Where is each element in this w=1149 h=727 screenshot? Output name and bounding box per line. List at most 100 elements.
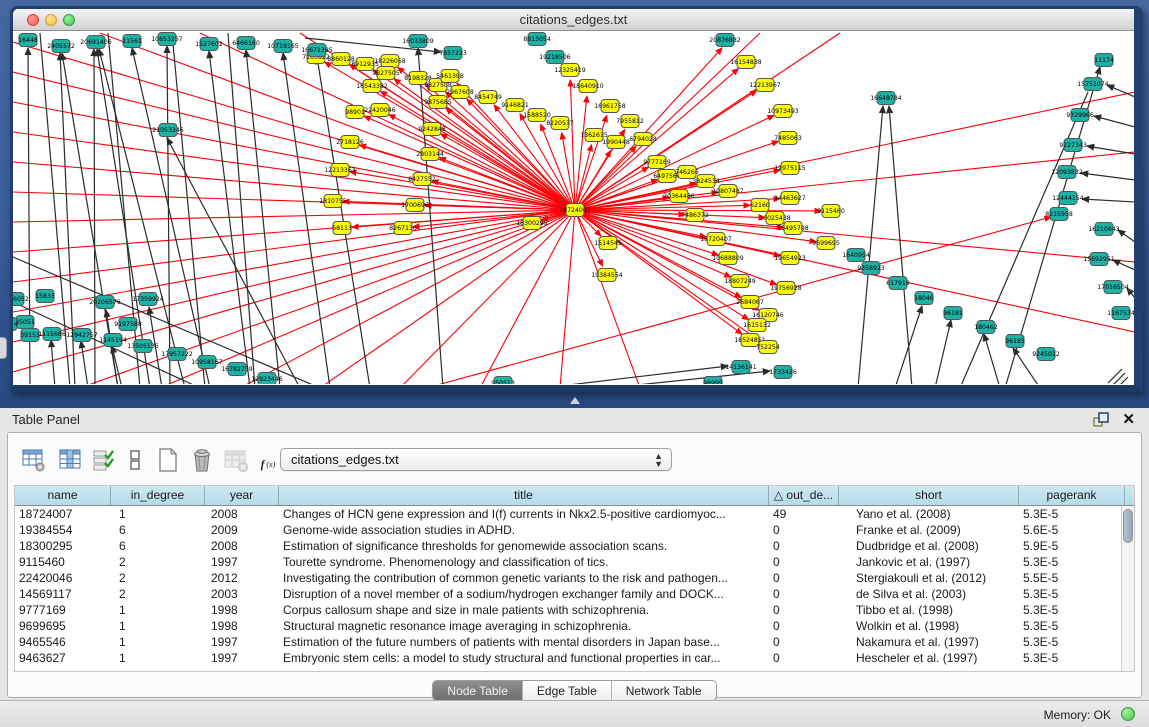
graph-node[interactable]: 62160 <box>750 199 770 212</box>
graph-node[interactable]: 12444154 <box>1052 192 1084 205</box>
network-canvas[interactable]: 1872400771638228860128891293518226058982… <box>13 31 1134 384</box>
graph-edge[interactable] <box>13 210 575 372</box>
graph-node[interactable]: 1145194 <box>99 334 127 347</box>
graph-node[interactable]: 96999 <box>703 377 723 385</box>
graph-edge[interactable] <box>167 138 300 384</box>
tab-node-table[interactable]: Node Table <box>433 681 523 700</box>
graph-edge[interactable] <box>1108 369 1122 383</box>
column-header-name[interactable]: name <box>15 486 111 505</box>
table-row[interactable]: 1938455462009Genome-wide association stu… <box>15 522 1134 538</box>
column-header-short[interactable]: short <box>839 486 1019 505</box>
graph-node[interactable]: 16961758 <box>594 100 626 113</box>
graph-node[interactable]: 11561 <box>122 35 142 48</box>
graph-node[interactable]: 12213967 <box>749 79 781 92</box>
graph-edge[interactable] <box>1087 146 1134 154</box>
graph-node[interactable]: 950513 <box>491 377 515 385</box>
column-header-title[interactable]: title <box>279 486 769 505</box>
graph-node[interactable]: 7955812 <box>616 115 644 128</box>
graph-node[interactable]: 12325419 <box>554 64 586 77</box>
graph-node[interactable]: 39153 <box>20 329 40 342</box>
graph-edge[interactable] <box>283 53 330 384</box>
graph-node[interactable]: 10973493 <box>767 105 799 118</box>
close-icon[interactable]: ✕ <box>1122 410 1135 428</box>
graph-edge[interactable] <box>400 210 575 384</box>
network-window[interactable]: citations_edges.txt 18724007716382288601… <box>10 6 1143 392</box>
graph-edge[interactable] <box>570 80 575 210</box>
vertical-scrollbar[interactable] <box>1121 506 1134 671</box>
graph-node[interactable]: 9329966 <box>1066 109 1094 122</box>
graph-node[interactable]: 1167534 <box>1107 307 1134 320</box>
graph-node[interactable]: 20691406 <box>80 36 112 49</box>
row-height-icon[interactable] <box>124 447 148 473</box>
table-row[interactable]: 977716911998Corpus callosum shape and si… <box>15 602 1134 618</box>
table-row[interactable]: 946554611997Estimation of the future num… <box>15 634 1134 650</box>
graph-node[interactable]: 8454749 <box>474 91 502 104</box>
delete-table-icon[interactable] <box>224 447 248 473</box>
graph-node[interactable]: 1514545 <box>594 237 622 250</box>
graph-node[interactable]: 8813054 <box>523 33 551 46</box>
table-row[interactable]: 2242004622012Investigating the contribut… <box>15 570 1134 586</box>
graph-node[interactable]: 19654923 <box>774 252 806 265</box>
graph-node[interactable]: 96185 <box>1005 335 1025 348</box>
graph-node[interactable]: 9245012 <box>1032 348 1060 361</box>
graph-node[interactable]: 617919 <box>886 277 910 290</box>
graph-edge[interactable] <box>889 106 912 384</box>
graph-node[interactable]: 10958167 <box>191 356 223 369</box>
select-all-icon[interactable] <box>92 447 116 473</box>
graph-node[interactable]: 10114 <box>13 318 18 331</box>
new-table-icon[interactable] <box>156 447 180 473</box>
scrollbar-thumb[interactable] <box>1123 509 1133 543</box>
tab-network-table[interactable]: Network Table <box>612 681 716 700</box>
graph-node[interactable]: 12942757 <box>66 329 98 342</box>
graph-node[interactable]: 85051 <box>15 316 35 329</box>
graph-node[interactable]: 10719165 <box>267 40 299 53</box>
graph-edge[interactable] <box>935 320 951 384</box>
graph-node[interactable]: 18046 <box>914 292 934 305</box>
table-row[interactable]: 1872400712008Changes of HCN gene express… <box>15 506 1134 522</box>
show-columns-icon[interactable] <box>58 447 82 473</box>
graph-edge[interactable] <box>81 341 88 384</box>
graph-node[interactable]: 19218506 <box>539 51 571 64</box>
graph-node[interactable]: 15751074 <box>1077 78 1109 91</box>
graph-node[interactable]: 9699695 <box>812 237 840 250</box>
graph-node[interactable]: 1733426 <box>769 366 797 379</box>
graph-edge[interactable] <box>480 210 575 384</box>
graph-node[interactable]: 68113 <box>332 222 352 235</box>
graph-edge[interactable] <box>1118 230 1134 242</box>
graph-edge[interactable] <box>167 46 170 384</box>
graph-node[interactable]: 18640910 <box>572 80 604 93</box>
graph-edge[interactable] <box>51 340 55 384</box>
graph-node[interactable]: 746266 <box>675 166 699 179</box>
graph-node[interactable]: 16543382 <box>356 80 388 93</box>
graph-node[interactable]: 2616052 <box>13 293 29 306</box>
graph-node[interactable]: 6794028 <box>629 133 657 146</box>
graph-edge[interactable] <box>560 210 575 384</box>
graph-node[interactable]: 1527602 <box>195 38 223 51</box>
graph-node[interactable]: 9827505 <box>372 67 400 80</box>
graph-edge[interactable] <box>1082 199 1134 202</box>
graph-node[interactable]: 18226058 <box>374 55 406 68</box>
graph-edge[interactable] <box>13 162 575 210</box>
graph-node[interactable]: 17016504 <box>1097 281 1129 294</box>
table-row[interactable]: 1456911722003Disruption of a novel membe… <box>15 586 1134 602</box>
column-header-out_de[interactable]: △ out_de... <box>769 486 839 505</box>
graph-node[interactable]: 2718126 <box>336 136 364 149</box>
graph-edge[interactable] <box>240 210 575 384</box>
graph-node[interactable]: 16448 <box>18 34 38 47</box>
graph-node[interactable]: 1115686 <box>38 328 66 341</box>
graph-node[interactable]: 1640954 <box>842 249 870 262</box>
column-header-in_degree[interactable]: in_degree <box>111 486 205 505</box>
graph-edge[interactable] <box>108 33 140 384</box>
graph-node[interactable]: 9115460 <box>817 205 845 218</box>
graph-node[interactable]: 96181 <box>943 307 963 320</box>
graph-node[interactable]: 180462 <box>974 321 998 334</box>
graph-node[interactable]: 15692951 <box>1083 253 1115 266</box>
column-header-pagerank[interactable]: pagerank <box>1019 486 1125 505</box>
graph-node[interactable]: 9197588 <box>114 318 142 331</box>
graph-edge[interactable] <box>373 70 575 210</box>
graph-node[interactable]: 21053346 <box>152 124 184 137</box>
float-window-icon[interactable] <box>1093 412 1109 427</box>
graph-node[interactable]: 752254 <box>756 341 780 354</box>
graph-node[interactable]: 1810755 <box>319 195 347 208</box>
graph-node[interactable]: 22420046 <box>364 104 396 117</box>
